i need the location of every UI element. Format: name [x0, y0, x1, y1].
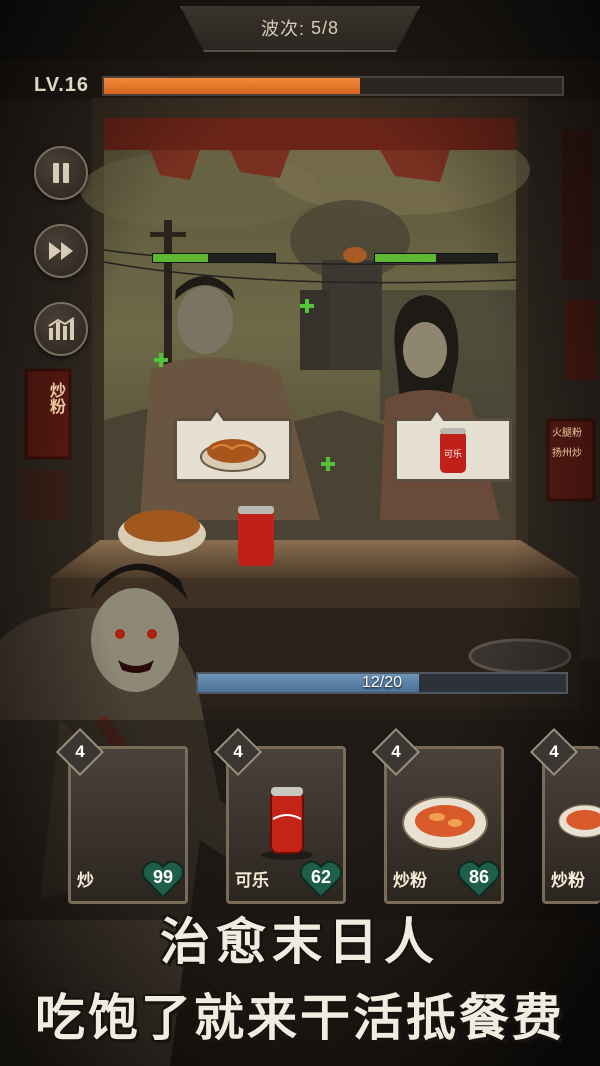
customer-1-order-bubble[interactable] [174, 407, 292, 482]
fast-forward-button[interactable] [34, 224, 88, 278]
level-progress-fill [104, 78, 361, 94]
cola-can-icon [261, 787, 313, 860]
customer-2-order-bubble[interactable]: 可乐 [394, 407, 512, 482]
card-price-badge: 62 [299, 859, 343, 899]
customer-queue-count: 12/20 [361, 674, 403, 691]
customer-2-hp-bar [374, 253, 498, 263]
slogan-line-2: 吃饱了就来干活抵餐费 [35, 989, 565, 1047]
card-name: 炒 [77, 871, 94, 891]
left-shop-sign: 炒粉 [47, 382, 66, 414]
card-price-badge: 99 [141, 859, 185, 899]
level-progress-bar [102, 76, 564, 96]
fast-forward-icon [49, 242, 73, 260]
pause-button[interactable] [34, 146, 88, 200]
pause-icon [53, 163, 69, 183]
customer-1-hp-fill [153, 254, 208, 262]
food-card-3[interactable]: 4 炒粉 86 [371, 727, 504, 904]
card-name: 炒粉 [393, 871, 427, 891]
fried-noodles-icon [200, 439, 266, 472]
card-name: 可乐 [235, 871, 269, 891]
right-shop-sign-1: 火腿粉 [552, 428, 582, 439]
stats-chart-icon [48, 317, 75, 340]
player-level: LV.16 [34, 74, 90, 96]
card-name: 炒粉 [551, 871, 585, 891]
card-level-value: 4 [75, 742, 85, 761]
fried-noodles-plate-icon [558, 804, 600, 838]
card-level-value: 4 [549, 742, 559, 761]
wave-value: 5/8 [310, 17, 340, 38]
wave-label: 波次: [260, 19, 305, 39]
customer-2-hp-fill [375, 254, 436, 262]
customer-1-hp-bar [152, 253, 276, 263]
food-card-4[interactable]: 4 炒粉 [529, 727, 600, 904]
card-price-value: 99 [152, 867, 174, 887]
card-level-value: 4 [391, 742, 401, 761]
customer-queue-bar: 12/20 [196, 672, 568, 694]
wave-counter: 波次: 5/8 [180, 6, 420, 52]
card-price-badge: 86 [457, 859, 501, 899]
card-level-value: 4 [233, 742, 243, 761]
card-price-value: 62 [310, 867, 332, 887]
slogan-line-1: 治愈末日人 [160, 913, 440, 971]
stats-button[interactable] [34, 302, 88, 356]
cola-can-label: 可乐 [444, 448, 462, 460]
right-shop-sign-2: 扬州炒 [552, 448, 582, 459]
card-price-value: 86 [468, 867, 490, 887]
food-card-1[interactable]: 4 炒 99 [55, 727, 188, 904]
fried-noodles-plate-icon [402, 796, 488, 850]
cola-can-icon: 可乐 [440, 428, 466, 473]
food-card-2[interactable]: 4 可乐 62 [213, 727, 346, 904]
